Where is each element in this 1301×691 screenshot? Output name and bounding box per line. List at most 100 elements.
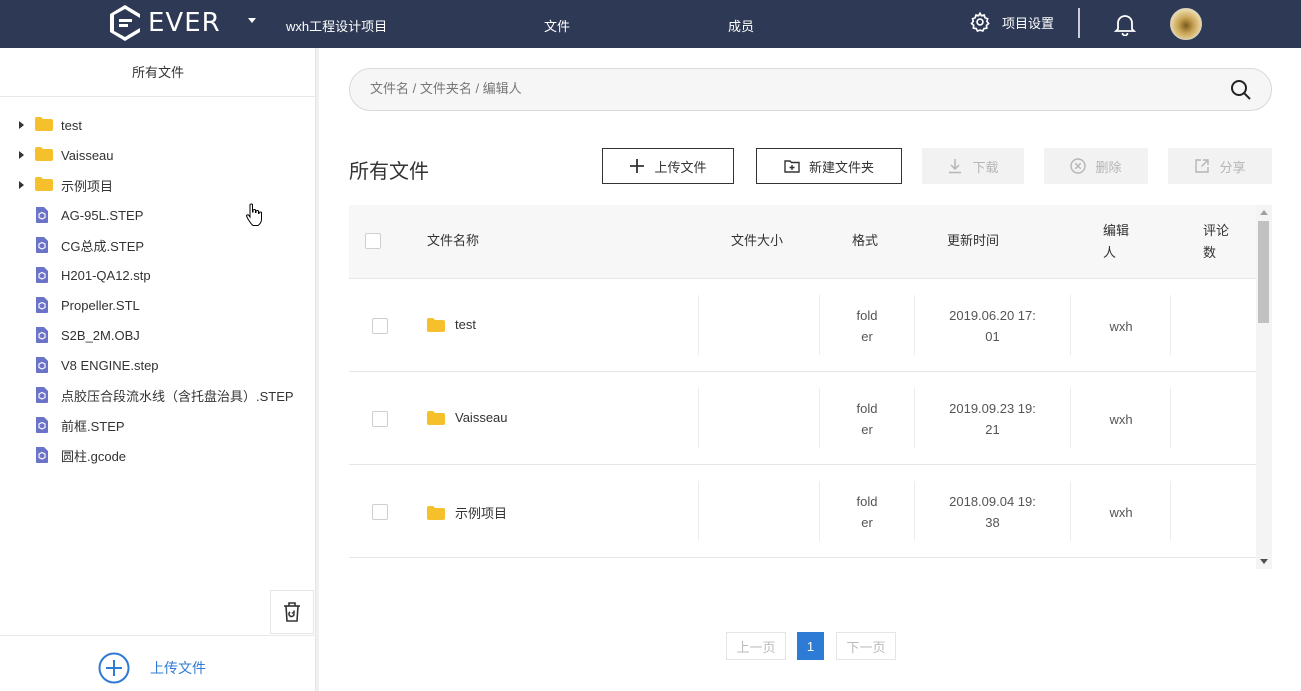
tree-item-folder[interactable]: Vaisseau xyxy=(0,140,300,170)
delete-button[interactable]: 删除 xyxy=(1044,148,1148,184)
ever-logo[interactable]: EVER xyxy=(108,3,221,43)
folder-icon xyxy=(427,410,445,425)
table-scrollbar[interactable] xyxy=(1256,205,1272,569)
sidebar-title: 所有文件 xyxy=(0,48,316,97)
tree-item-label: S2B_2M.OBJ xyxy=(61,327,140,343)
row-name-text: 示例项目 xyxy=(455,506,508,521)
header-file-name[interactable]: 文件名称 xyxy=(427,230,479,252)
header-divider xyxy=(1078,8,1080,38)
sidebar-upload-label: 上传文件 xyxy=(150,660,206,676)
header-comments-line1[interactable]: 评论 xyxy=(1203,220,1229,242)
tree-item-file[interactable]: CG总成.STEP xyxy=(0,230,300,260)
select-all-checkbox[interactable] xyxy=(365,233,381,249)
new-folder-button[interactable]: 新建文件夹 xyxy=(756,148,902,184)
tree-item-folder[interactable]: test xyxy=(0,110,300,140)
folder-icon xyxy=(35,177,53,194)
row-checkbox[interactable] xyxy=(372,411,388,427)
project-settings-button[interactable]: 项目设置 xyxy=(969,11,1054,33)
nav-files[interactable]: 文件 xyxy=(544,16,570,35)
header-updated[interactable]: 更新时间 xyxy=(947,230,999,252)
row-updated-line2: 21 xyxy=(985,422,1000,437)
folder-icon xyxy=(427,317,445,332)
tree-item-file[interactable]: 前框.STEP xyxy=(0,410,300,440)
header-comments-line2[interactable]: 数 xyxy=(1203,242,1216,264)
row-name[interactable]: 示例项目 xyxy=(427,503,507,522)
column-divider xyxy=(698,295,699,355)
search-input[interactable] xyxy=(370,81,1190,96)
plus-icon xyxy=(629,158,645,174)
scroll-down-arrow-icon[interactable] xyxy=(1260,559,1268,564)
download-button[interactable]: 下载 xyxy=(922,148,1024,184)
row-updated-line2: 38 xyxy=(985,515,1000,530)
tree-item-file[interactable]: S2B_2M.OBJ xyxy=(0,320,300,350)
delete-label: 删除 xyxy=(1095,159,1122,175)
page-number-button[interactable]: 1 xyxy=(797,632,824,660)
model-file-icon xyxy=(35,357,49,376)
model-file-icon xyxy=(35,447,49,466)
model-file-icon xyxy=(35,207,49,226)
table-row[interactable]: 示例项目 fold er 2018.09.04 19: 38 wxh xyxy=(349,465,1256,558)
expand-arrow-icon[interactable] xyxy=(19,121,24,129)
folder-icon xyxy=(35,147,53,164)
tree-item-label: test xyxy=(61,117,82,133)
row-name[interactable]: Vaisseau xyxy=(427,410,508,425)
header-file-size[interactable]: 文件大小 xyxy=(731,230,783,252)
project-settings-label: 项目设置 xyxy=(1002,15,1055,31)
row-format-line1: fold xyxy=(856,401,878,416)
upload-file-label: 上传文件 xyxy=(654,159,707,175)
project-dropdown-caret-icon[interactable] xyxy=(248,18,256,23)
row-checkbox[interactable] xyxy=(372,504,388,520)
column-divider xyxy=(1170,481,1171,541)
user-avatar[interactable] xyxy=(1170,8,1202,40)
sidebar-upload-button[interactable]: 上传文件 xyxy=(0,635,316,691)
row-updated-line1: 2019.06.20 17: xyxy=(949,308,1036,323)
row-format-line2: er xyxy=(861,329,873,344)
notification-bell-icon[interactable] xyxy=(1113,12,1137,39)
sidebar-divider xyxy=(316,48,319,691)
hand-cursor-icon xyxy=(245,203,262,226)
row-name-text: test xyxy=(455,317,476,332)
scroll-up-arrow-icon[interactable] xyxy=(1260,210,1268,215)
share-label: 分享 xyxy=(1219,159,1246,175)
row-checkbox[interactable] xyxy=(372,318,388,334)
recycle-bin-button[interactable] xyxy=(270,590,314,634)
table-row[interactable]: Vaisseau fold er 2019.09.23 19: 21 wxh xyxy=(349,372,1256,465)
project-name[interactable]: wxh工程设计项目 xyxy=(286,16,387,35)
table-header: 文件名称 文件大小 格式 更新时间 编辑 人 评论 数 xyxy=(349,205,1256,279)
search-bar xyxy=(349,68,1272,111)
scrollbar-thumb[interactable] xyxy=(1258,221,1269,323)
tree-item-label: CG总成.STEP xyxy=(61,238,145,254)
tree-item-file[interactable]: V8 ENGINE.step xyxy=(0,350,300,380)
tree-item-file[interactable]: H201-QA12.stp xyxy=(0,260,300,290)
table-row[interactable]: test fold er 2019.06.20 17: 01 wxh xyxy=(349,279,1256,372)
trash-icon xyxy=(284,602,300,622)
folder-icon xyxy=(427,505,445,520)
row-name[interactable]: test xyxy=(427,317,476,332)
expand-arrow-icon[interactable] xyxy=(19,181,24,189)
row-format-line2: er xyxy=(861,422,873,437)
row-updated-line1: 2019.09.23 19: xyxy=(949,401,1036,416)
tree-item-label: 前框.STEP xyxy=(61,418,125,434)
tree-item-folder[interactable]: 示例项目 xyxy=(0,170,300,200)
download-label: 下载 xyxy=(972,159,999,175)
upload-file-button[interactable]: 上传文件 xyxy=(602,148,734,184)
download-icon xyxy=(947,158,963,174)
share-button[interactable]: 分享 xyxy=(1168,148,1272,184)
header-editor-line2[interactable]: 人 xyxy=(1103,242,1116,264)
row-editor: wxh xyxy=(1109,412,1133,427)
model-file-icon xyxy=(35,417,49,436)
expand-arrow-icon[interactable] xyxy=(19,151,24,159)
tree-item-file[interactable]: 点胶压合段流水线（含托盘治具）.STEP xyxy=(0,380,300,410)
tree-item-file[interactable]: 圆柱.gcode xyxy=(0,440,300,470)
column-divider xyxy=(1170,295,1171,355)
prev-page-button[interactable]: 上一页 xyxy=(726,632,786,660)
next-page-button[interactable]: 下一页 xyxy=(836,632,896,660)
row-name-text: Vaisseau xyxy=(455,410,508,425)
tree-item-file[interactable]: Propeller.STL xyxy=(0,290,300,320)
nav-members[interactable]: 成员 xyxy=(728,16,754,35)
header-format[interactable]: 格式 xyxy=(852,230,878,252)
search-icon[interactable] xyxy=(1230,79,1252,101)
model-file-icon xyxy=(35,267,49,286)
folder-icon xyxy=(35,117,53,134)
header-editor-line1[interactable]: 编辑 xyxy=(1103,220,1129,242)
